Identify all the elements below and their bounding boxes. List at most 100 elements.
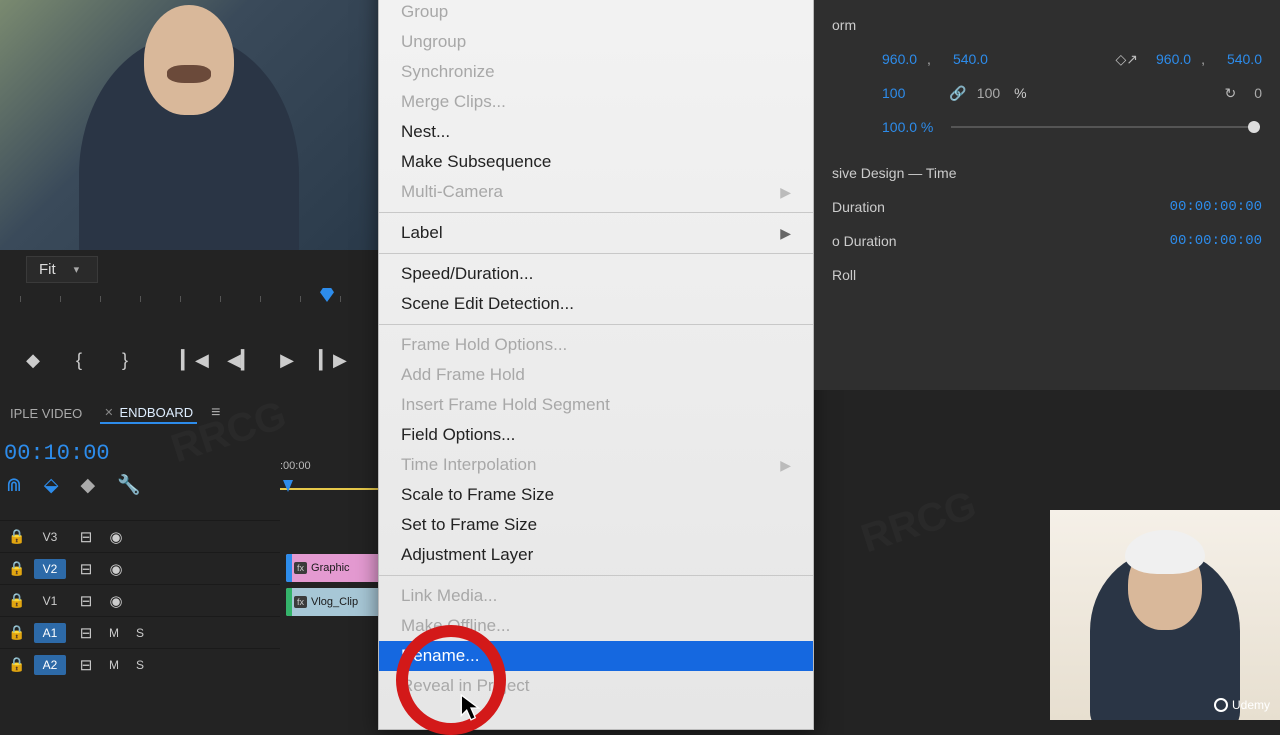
- sync-lock-icon[interactable]: ⊟: [76, 624, 96, 642]
- track-row-v2: 🔒 V2 ⊟: [0, 552, 280, 584]
- solo-toggle[interactable]: S: [132, 626, 148, 640]
- sync-lock-icon[interactable]: ⊟: [76, 656, 96, 674]
- mark-in-button[interactable]: ◆: [16, 350, 50, 371]
- go-to-out-button[interactable]: }: [108, 350, 142, 371]
- fx-badge-icon: fx: [294, 562, 307, 574]
- ctx-adjustment-layer[interactable]: Adjustment Layer: [379, 540, 813, 570]
- fx-position-row: 960.0 , 540.0 ◇↗ 960.0 , 540.0: [832, 42, 1262, 76]
- ctx-field-options[interactable]: Field Options...: [379, 420, 813, 450]
- ctx-scene-edit-detection[interactable]: Scene Edit Detection...: [379, 289, 813, 319]
- prev-edit-button[interactable]: ▎◀: [178, 350, 212, 371]
- wrench-settings-icon[interactable]: 🔧: [117, 473, 141, 497]
- timeline-ruler-label: :00:00: [280, 460, 311, 472]
- ctx-rename[interactable]: Rename...: [379, 641, 813, 671]
- eye-icon[interactable]: [106, 528, 126, 546]
- lock-icon[interactable]: 🔒: [8, 656, 24, 673]
- transport-controls: ◆ { } ▎◀ ◀▎ ▶ ▎▶: [0, 335, 378, 385]
- anchor-y[interactable]: 540.0: [1227, 51, 1262, 67]
- track-label[interactable]: A2: [34, 655, 66, 675]
- fx-intro-duration-row: Duration 00:00:00:00: [832, 190, 1262, 224]
- zoom-fit-dropdown[interactable]: Fit ▾: [26, 256, 98, 283]
- clip-video[interactable]: fx Vlog_Clip: [286, 588, 380, 616]
- menu-separator: [379, 575, 813, 576]
- sync-lock-icon[interactable]: ⊟: [76, 560, 96, 578]
- track-label[interactable]: V1: [34, 591, 66, 611]
- track-headers: 🔒 V3 ⊟ 🔒 V2 ⊟ 🔒 V1 ⊟ 🔒 A1 ⊟ M S 🔒 A2 ⊟ M…: [0, 520, 280, 680]
- fx-label-fragment: o Duration: [832, 233, 897, 249]
- udemy-logo-icon: [1214, 698, 1228, 712]
- sync-lock-icon[interactable]: ⊟: [76, 528, 96, 546]
- fx-transform-heading: orm: [832, 8, 1262, 42]
- monitor-playhead[interactable]: [320, 288, 334, 302]
- sequence-tab-active[interactable]: ✕ ENDBOARD: [100, 403, 197, 424]
- fx-scale-row: 100 🔗 100 % ↻ 0: [832, 76, 1262, 110]
- lock-icon[interactable]: 🔒: [8, 528, 24, 545]
- sync-lock-icon[interactable]: ⊟: [76, 592, 96, 610]
- go-to-in-button[interactable]: {: [62, 350, 96, 371]
- reset-rotation-icon[interactable]: ↻: [1224, 85, 1236, 102]
- webcam-pip: Udemy: [1050, 510, 1280, 720]
- step-back-button[interactable]: ◀▎: [224, 350, 258, 371]
- intro-duration-value[interactable]: 00:00:00:00: [1170, 199, 1262, 215]
- sequence-tab[interactable]: IPLE VIDEO: [6, 404, 86, 423]
- timeline-ruler[interactable]: [280, 488, 380, 490]
- clip-graphic[interactable]: fx Graphic: [286, 554, 380, 582]
- track-label[interactable]: V3: [34, 527, 66, 547]
- opacity-slider[interactable]: [951, 126, 1254, 128]
- timecode-display[interactable]: 00:10:00: [0, 441, 110, 466]
- monitor-ruler[interactable]: [0, 288, 378, 310]
- track-label[interactable]: A1: [34, 623, 66, 643]
- submenu-arrow-icon: ▶: [780, 457, 791, 474]
- ctx-label[interactable]: Label▶: [379, 218, 813, 248]
- eye-icon[interactable]: [106, 560, 126, 578]
- outro-duration-value[interactable]: 00:00:00:00: [1170, 233, 1262, 249]
- menu-separator: [379, 324, 813, 325]
- ctx-time-interpolation: Time Interpolation▶: [379, 450, 813, 480]
- scale-value[interactable]: 100: [882, 85, 905, 101]
- fx-opacity-row: 100.0 %: [832, 110, 1262, 144]
- position-x[interactable]: 960.0: [882, 51, 917, 67]
- opacity-value[interactable]: 100.0 %: [882, 119, 933, 135]
- bezier-path-icon[interactable]: ◇↗: [1116, 51, 1139, 68]
- link-icon[interactable]: 🔗: [949, 85, 966, 102]
- ctx-speed-duration[interactable]: Speed/Duration...: [379, 259, 813, 289]
- clip-label: Graphic: [311, 562, 350, 574]
- mute-toggle[interactable]: M: [106, 626, 122, 640]
- eye-icon[interactable]: [106, 592, 126, 610]
- fx-outro-duration-row: o Duration 00:00:00:00: [832, 224, 1262, 258]
- slider-knob[interactable]: [1248, 121, 1260, 133]
- track-row-v1: 🔒 V1 ⊟: [0, 584, 280, 616]
- clip-edge: [286, 588, 292, 616]
- linked-selection-toggle[interactable]: ⬙: [44, 474, 59, 497]
- step-forward-button[interactable]: ▎▶: [316, 350, 350, 371]
- anchor-x[interactable]: 960.0: [1156, 51, 1191, 67]
- track-row-a1: 🔒 A1 ⊟ M S: [0, 616, 280, 648]
- ctx-make-offline: Make Offline...: [379, 611, 813, 641]
- ctx-group: Group: [379, 0, 813, 27]
- panel-menu-icon[interactable]: ≡: [211, 404, 220, 422]
- value-separator: ,: [927, 51, 931, 67]
- clip-label: Vlog_Clip: [311, 596, 358, 608]
- position-y[interactable]: 540.0: [953, 51, 988, 67]
- timeline-tools: ⋒ ⬙ ◆ 🔧: [6, 470, 141, 500]
- ctx-synchronize: Synchronize: [379, 57, 813, 87]
- rotation-value[interactable]: 0: [1254, 85, 1262, 101]
- lock-icon[interactable]: 🔒: [8, 560, 24, 577]
- zoom-fit-row: Fit ▾: [26, 256, 98, 283]
- play-button[interactable]: ▶: [270, 350, 304, 371]
- ctx-make-subsequence[interactable]: Make Subsequence: [379, 147, 813, 177]
- marker-button[interactable]: ◆: [81, 474, 96, 497]
- close-icon[interactable]: ✕: [104, 406, 113, 419]
- ctx-set-to-frame-size[interactable]: Set to Frame Size: [379, 510, 813, 540]
- udemy-label: Udemy: [1232, 698, 1270, 712]
- lock-icon[interactable]: 🔒: [8, 624, 24, 641]
- track-label[interactable]: V2: [34, 559, 66, 579]
- snap-toggle[interactable]: ⋒: [6, 474, 22, 497]
- ctx-scale-to-frame-size[interactable]: Scale to Frame Size: [379, 480, 813, 510]
- lock-icon[interactable]: 🔒: [8, 592, 24, 609]
- mute-toggle[interactable]: M: [106, 658, 122, 672]
- solo-toggle[interactable]: S: [132, 658, 148, 672]
- ctx-nest[interactable]: Nest...: [379, 117, 813, 147]
- timeline-playhead[interactable]: [283, 480, 293, 492]
- timeline-clip-area[interactable]: fx Graphic fx Vlog_Clip: [280, 520, 380, 720]
